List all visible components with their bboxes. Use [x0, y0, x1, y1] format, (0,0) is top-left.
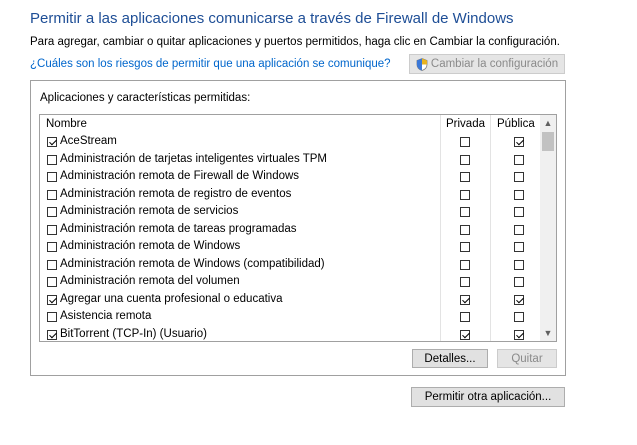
- public-checkbox[interactable]: [514, 312, 524, 322]
- table-row[interactable]: Agregar una cuenta profesional o educati…: [40, 291, 540, 309]
- table-row[interactable]: Administración remota del volumen: [40, 273, 540, 291]
- public-checkbox[interactable]: [514, 154, 524, 165]
- apps-table: Nombre Privada Pública AceStream Administ…: [39, 114, 557, 342]
- public-checkbox[interactable]: [514, 329, 524, 340]
- table-row[interactable]: Asistencia remota: [40, 308, 540, 326]
- public-checkbox[interactable]: [514, 277, 524, 287]
- enabled-checkbox[interactable]: [47, 242, 57, 252]
- group-label: Aplicaciones y características permitida…: [40, 92, 251, 104]
- enabled-checkbox[interactable]: [47, 312, 57, 322]
- private-checkbox[interactable]: [460, 277, 470, 287]
- table-row[interactable]: Administración de tarjetas inteligentes …: [40, 151, 540, 169]
- vertical-scrollbar[interactable]: ▲ ▼: [540, 115, 556, 341]
- column-header-private[interactable]: Privada: [446, 118, 485, 130]
- allowed-apps-group: Aplicaciones y características permitida…: [30, 80, 566, 376]
- table-row[interactable]: Administración remota de Windows (compat…: [40, 256, 540, 274]
- page-title: Permitir a las aplicaciones comunicarse …: [30, 10, 514, 27]
- app-name: Agregar una cuenta profesional o educati…: [60, 292, 283, 305]
- enabled-checkbox[interactable]: [47, 277, 57, 287]
- private-checkbox[interactable]: [460, 224, 470, 235]
- public-checkbox[interactable]: [514, 294, 524, 305]
- apps-list: AceStream Administración de tarjetas inte…: [40, 133, 540, 342]
- app-name: Administración remota de Windows: [60, 240, 241, 252]
- private-checkbox[interactable]: [460, 259, 470, 270]
- enabled-checkbox[interactable]: [47, 329, 57, 340]
- app-name: AceStream: [60, 135, 117, 147]
- app-name: Asistencia remota: [60, 310, 152, 322]
- change-settings-label: Cambiar la configuración: [430, 58, 559, 70]
- app-name: Administración remota de registro de eve…: [60, 187, 292, 200]
- enabled-checkbox[interactable]: [47, 172, 57, 182]
- private-checkbox[interactable]: [460, 189, 470, 200]
- public-checkbox[interactable]: [514, 137, 524, 147]
- public-checkbox[interactable]: [514, 259, 524, 270]
- column-header-name[interactable]: Nombre: [46, 118, 87, 130]
- table-row[interactable]: AceStream: [40, 133, 540, 151]
- app-name: Administración remota de Windows (compat…: [60, 257, 325, 270]
- private-checkbox[interactable]: [460, 207, 470, 217]
- private-checkbox[interactable]: [460, 172, 470, 182]
- app-name: Administración remota de Firewall de Win…: [60, 170, 300, 182]
- scroll-thumb[interactable]: [542, 132, 554, 151]
- table-row[interactable]: Administración remota de servicios: [40, 203, 540, 221]
- change-settings-button[interactable]: Cambiar la configuración: [409, 54, 565, 74]
- enabled-checkbox[interactable]: [47, 207, 57, 217]
- table-row[interactable]: Administración remota de tareas programa…: [40, 221, 540, 239]
- private-checkbox[interactable]: [460, 329, 470, 340]
- app-name: Administración remota de tareas programa…: [60, 222, 297, 235]
- risks-link[interactable]: ¿Cuáles son los riesgos de permitir que …: [30, 58, 391, 70]
- remove-button[interactable]: Quitar: [497, 349, 557, 368]
- public-checkbox[interactable]: [514, 242, 524, 252]
- private-checkbox[interactable]: [460, 294, 470, 305]
- table-row[interactable]: BitTorrent (TCP-In) (Usuario): [40, 326, 540, 342]
- column-header-public[interactable]: Pública: [497, 118, 535, 130]
- enabled-checkbox[interactable]: [47, 189, 57, 200]
- table-row[interactable]: Administración remota de Windows: [40, 238, 540, 256]
- enabled-checkbox[interactable]: [47, 154, 57, 165]
- table-header: Nombre Privada Pública: [40, 115, 540, 133]
- private-checkbox[interactable]: [460, 312, 470, 322]
- private-checkbox[interactable]: [460, 154, 470, 165]
- app-name: Administración de tarjetas inteligentes …: [60, 152, 327, 165]
- private-checkbox[interactable]: [460, 137, 470, 147]
- public-checkbox[interactable]: [514, 224, 524, 235]
- shield-icon: [416, 57, 428, 71]
- scroll-up-icon[interactable]: ▲: [540, 115, 556, 131]
- scroll-down-icon[interactable]: ▼: [540, 325, 556, 341]
- enabled-checkbox[interactable]: [47, 259, 57, 270]
- public-checkbox[interactable]: [514, 172, 524, 182]
- app-name: Administración remota de servicios: [60, 205, 239, 217]
- details-button[interactable]: Detalles...: [412, 349, 488, 368]
- table-row[interactable]: Administración remota de Firewall de Win…: [40, 168, 540, 186]
- page-description: Para agregar, cambiar o quitar aplicacio…: [30, 36, 560, 48]
- enabled-checkbox[interactable]: [47, 294, 57, 305]
- enabled-checkbox[interactable]: [47, 137, 57, 147]
- public-checkbox[interactable]: [514, 207, 524, 217]
- public-checkbox[interactable]: [514, 189, 524, 200]
- enabled-checkbox[interactable]: [47, 224, 57, 235]
- allow-other-app-button[interactable]: Permitir otra aplicación...: [411, 387, 565, 407]
- table-row[interactable]: Administración remota de registro de eve…: [40, 186, 540, 204]
- app-name: BitTorrent (TCP-In) (Usuario): [60, 327, 207, 340]
- app-name: Administración remota del volumen: [60, 275, 240, 287]
- private-checkbox[interactable]: [460, 242, 470, 252]
